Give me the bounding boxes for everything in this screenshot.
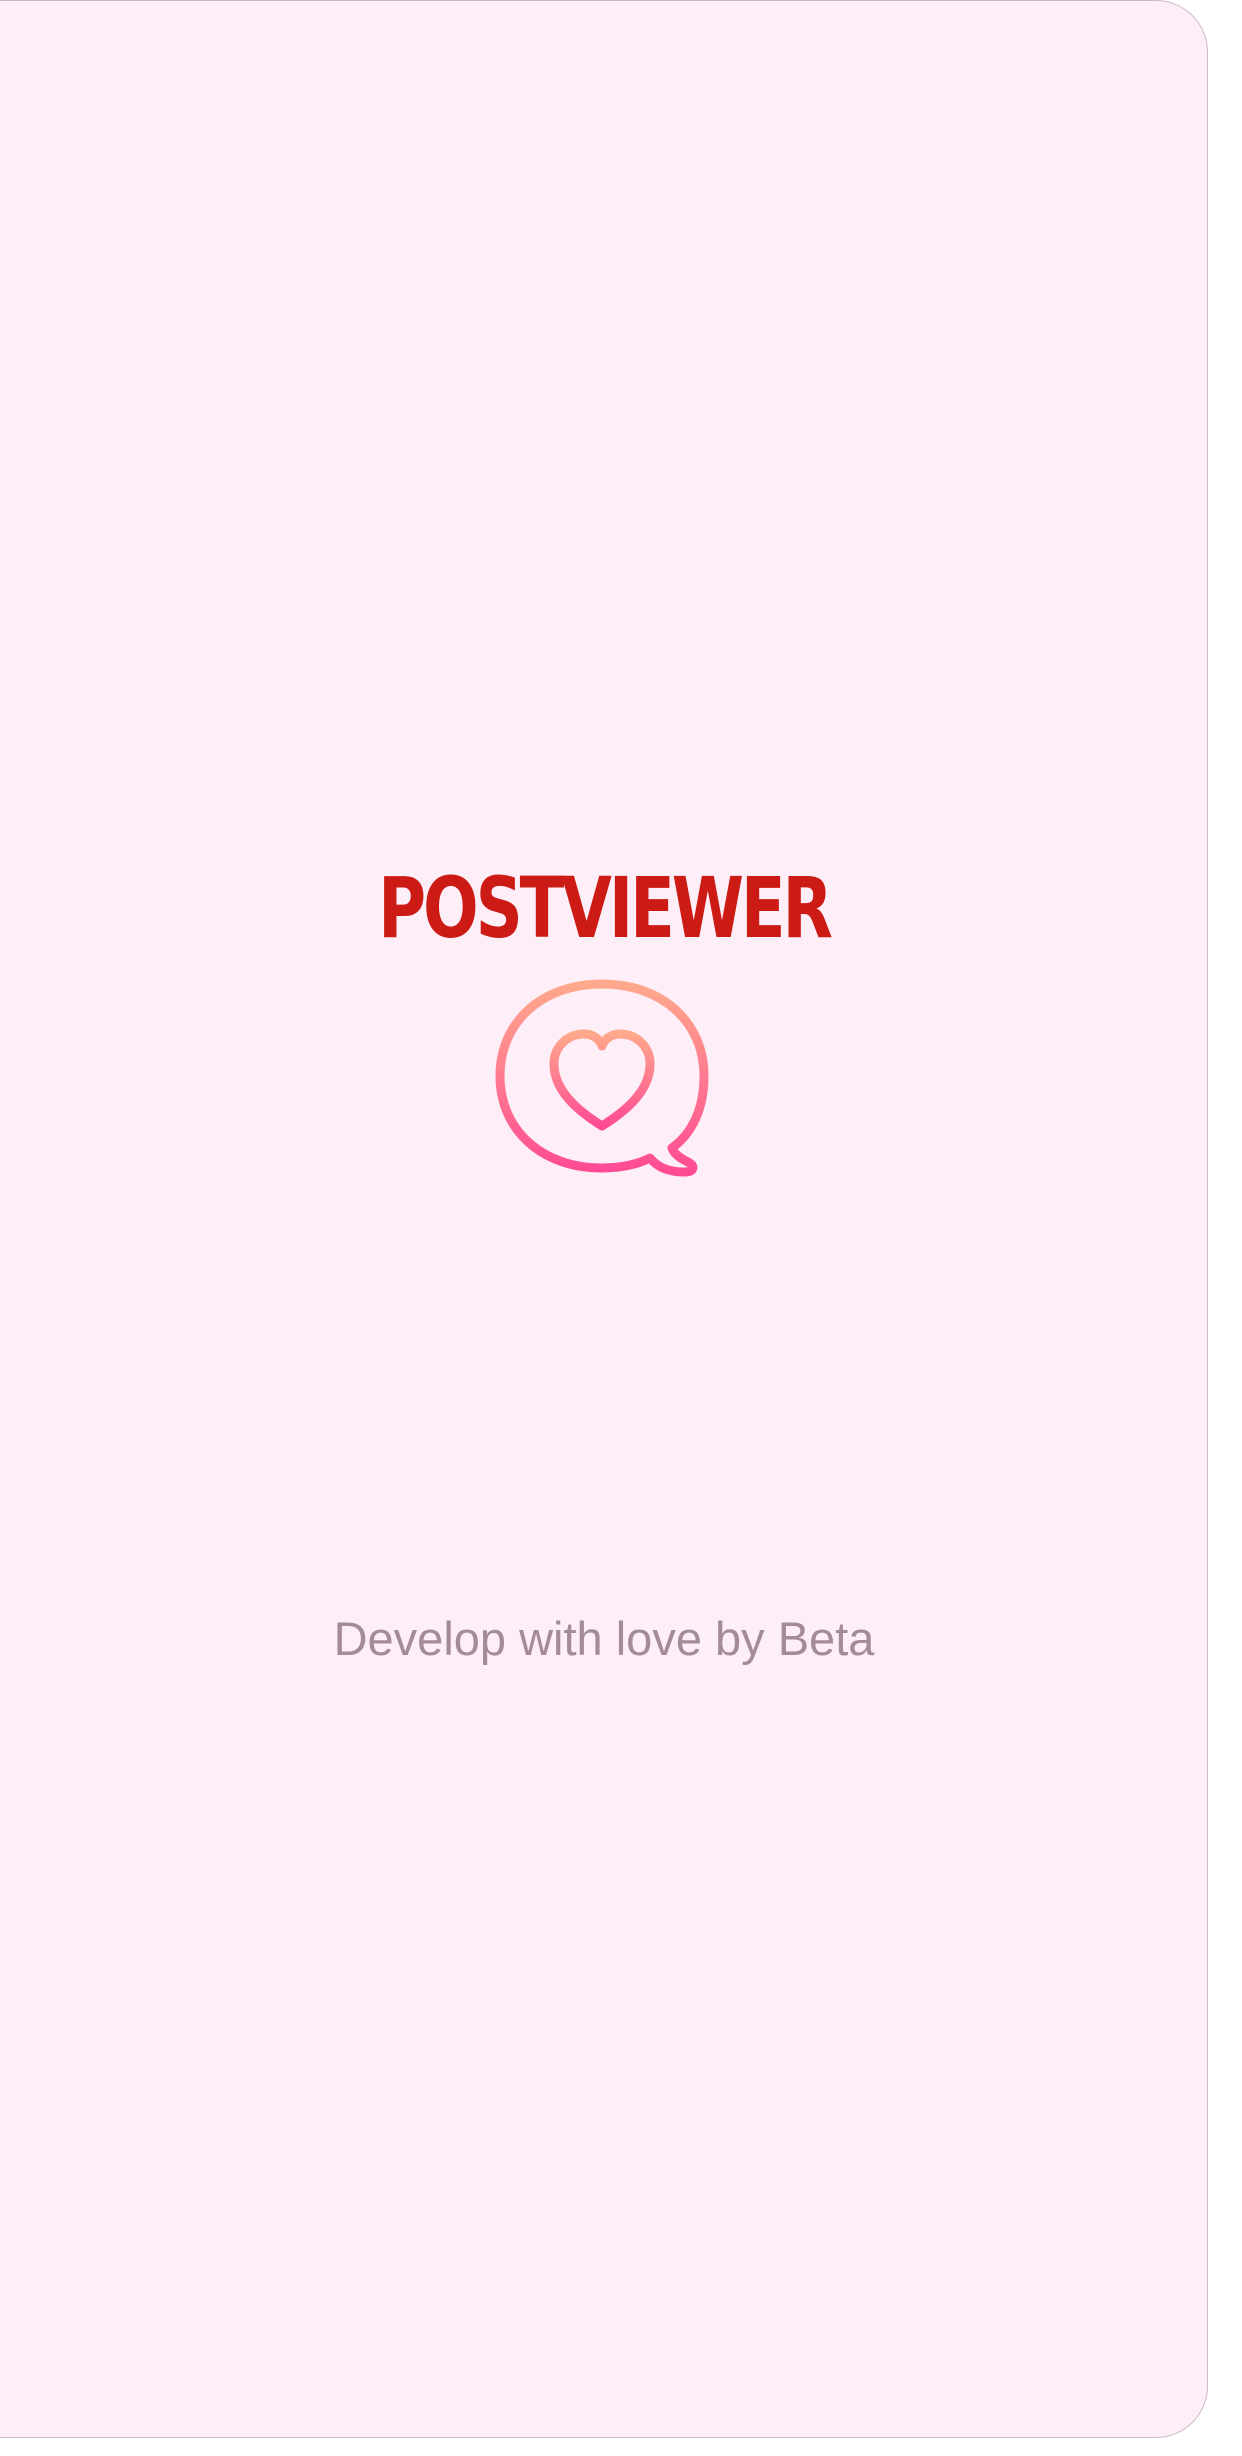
footer-credit: Develop with love by Beta	[333, 1612, 875, 1665]
splash-screen: POSTVIEWER Develop with love by Beta	[0, 0, 1208, 2438]
chat-bubble-heart-icon	[490, 976, 715, 1181]
app-name-logo: POSTVIEWER	[378, 859, 833, 957]
